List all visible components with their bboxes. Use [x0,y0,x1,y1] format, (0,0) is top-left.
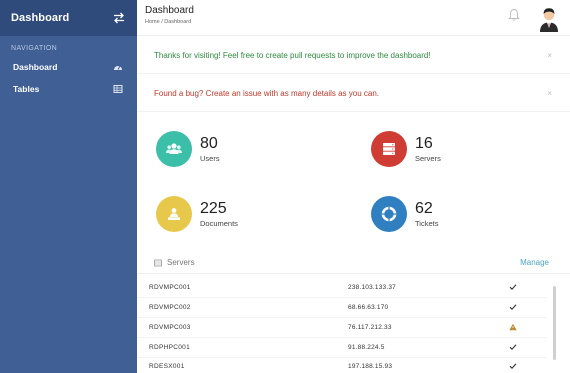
server-ip: 68.66.63.170 [348,304,389,311]
stat-servers: 16 Servers [371,131,441,167]
sidebar-item-label: Tables [13,84,40,94]
server-ip: 91.88.224.5 [348,344,385,351]
table-row[interactable]: RDVMPC002 68.66.63.170 [137,298,547,318]
success-alert-text: Thanks for visiting! Feel free to create… [154,51,431,60]
dashboard-gauge-icon [114,65,122,70]
servers-panel-header: Servers Manage [137,254,570,274]
check-icon [509,304,517,310]
stat-value: 62 [415,200,433,217]
page-title: Dashboard [145,5,194,16]
sidebar-brand: Dashboard [0,0,137,36]
sidebar-item-tables[interactable]: Tables [0,78,137,100]
table-row[interactable]: RDVMPC001 238.103.133.37 [137,278,547,298]
stat-documents: 225 Documents [156,196,238,232]
scrollbar-thumb[interactable] [553,286,556,360]
close-icon[interactable]: × [547,89,552,98]
danger-alert-text: Found a bug? Create an issue with as man… [154,89,380,98]
table-icon [113,85,123,93]
check-icon [509,284,517,290]
sidebar-item-dashboard[interactable]: Dashboard [0,56,137,78]
sidebar: Dashboard Navigation Dashboard Tables [0,0,137,373]
breadcrumb[interactable]: Home / Dashboard [145,19,191,25]
top-bar: Dashboard Home / Dashboard [137,0,570,36]
server-ip: 76.117.212.33 [348,324,392,331]
stat-users: 80 Users [156,131,220,167]
success-alert: Thanks for visiting! Feel free to create… [137,38,570,74]
stat-tickets: 62 Tickets [371,196,438,232]
bell-icon[interactable] [508,8,520,22]
table-row[interactable]: RDVMPC003 76.117.212.33 [137,318,547,338]
danger-alert: Found a bug? Create an issue with as man… [137,76,570,112]
server-name: RDVMPC001 [149,284,191,291]
stat-label: Users [200,154,220,163]
table-row[interactable]: RDESX001 197.188.15.93 [137,357,547,373]
stat-value: 225 [200,200,227,217]
table-row[interactable]: RDPHPC001 91.88.224.5 [137,338,547,358]
check-icon [509,363,517,369]
check-icon [509,344,517,350]
servers-panel-title: Servers [167,258,195,267]
lifebuoy-icon [371,196,407,232]
warning-icon [509,323,517,331]
servers-icon [371,131,407,167]
close-icon[interactable]: × [547,51,552,60]
stat-label: Servers [415,154,441,163]
manage-link[interactable]: Manage [520,258,549,267]
server-name: RDESX001 [149,363,185,370]
server-ip: 238.103.133.37 [348,284,396,291]
avatar[interactable] [537,4,561,32]
stat-label: Documents [200,219,238,228]
server-ip: 197.188.15.93 [348,363,393,370]
nav-heading: Navigation [11,45,58,52]
documents-icon [156,196,192,232]
users-icon [156,131,192,167]
server-name: RDVMPC003 [149,324,191,331]
server-name: RDPHPC001 [149,344,190,351]
stat-value: 80 [200,135,218,152]
stat-value: 16 [415,135,433,152]
sidebar-item-label: Dashboard [13,62,58,72]
server-name: RDVMPC002 [149,304,191,311]
brand-title[interactable]: Dashboard [11,12,69,24]
list-icon [154,259,162,267]
swap-arrows-icon[interactable] [113,12,125,24]
stat-label: Tickets [415,219,439,228]
